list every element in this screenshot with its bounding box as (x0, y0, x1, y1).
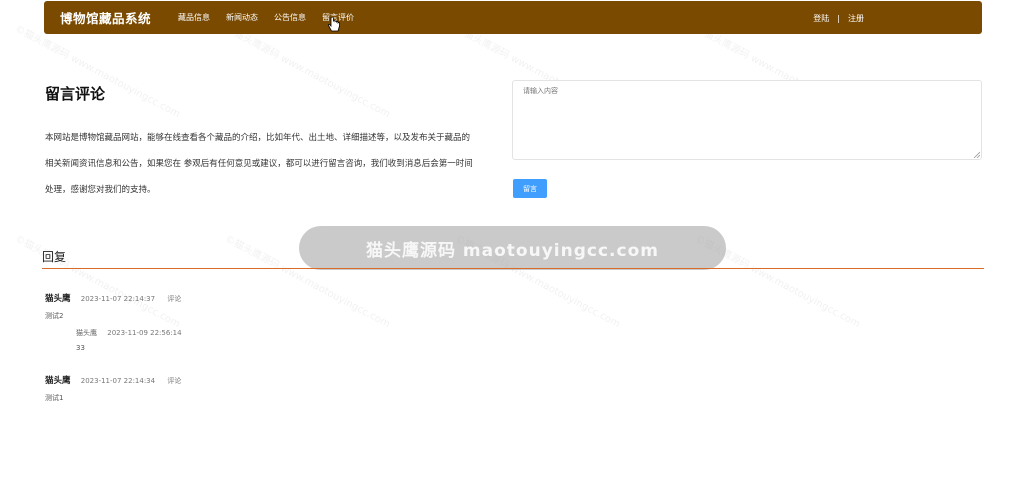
resize-handle-icon[interactable] (973, 151, 980, 158)
comment-content: 测试2 (45, 312, 64, 320)
top-navbar: 博物馆藏品系统 藏品信息 新闻动态 公告信息 留言评价 登陆 | 注册 (44, 1, 982, 34)
comment-reply-link[interactable]: 评论 (167, 377, 181, 385)
nav-item-collections[interactable]: 藏品信息 (178, 12, 210, 23)
watermark-banner: 猫头鹰源码 maotouyingcc.com (299, 226, 726, 270)
auth-separator: | (837, 14, 840, 23)
nav-item-news[interactable]: 新闻动态 (226, 12, 258, 23)
subreply-time: 2023-11-09 22:56:14 (107, 329, 182, 337)
comment-user: 猫头鹰 (45, 376, 71, 386)
comment-time: 2023-11-07 22:14:34 (80, 377, 156, 385)
comment-time: 2023-11-07 22:14:37 (80, 295, 156, 303)
comment-header: 猫头鹰 2023-11-07 22:14:34 评论 (45, 374, 181, 386)
intro-paragraph: 本网站是博物馆藏品网站，能够在线查看各个藏品的介绍，比如年代、出土地、详细描述等… (45, 133, 473, 195)
watermark-tile: ©猫头鹰源码 www.maotouyingcc.com (12, 233, 182, 331)
comment-user: 猫头鹰 (45, 294, 71, 304)
hand-cursor-icon (327, 17, 340, 32)
comment-reply-link[interactable]: 评论 (167, 295, 181, 303)
reply-section-title: 回复 (42, 250, 67, 264)
register-link[interactable]: 注册 (848, 13, 864, 24)
comment-header: 猫头鹰 2023-11-07 22:14:37 评论 (45, 292, 181, 304)
comment-content: 测试1 (45, 394, 64, 402)
reply-divider (42, 268, 984, 269)
nav-item-notices[interactable]: 公告信息 (274, 12, 306, 23)
page-title: 留言评论 (45, 85, 106, 103)
login-link[interactable]: 登陆 (813, 13, 829, 24)
subreply-header: 猫头鹰 2023-11-09 22:56:14 (76, 328, 182, 338)
watermark-tile: ©猫头鹰源码 www.maotouyingcc.com (222, 23, 392, 121)
watermark-tile: ©猫头鹰源码 www.maotouyingcc.com (12, 23, 182, 121)
brand-title[interactable]: 博物馆藏品系统 (60, 8, 151, 27)
message-input[interactable] (512, 80, 982, 160)
subreply-content: 33 (76, 344, 85, 352)
page: ©猫头鹰源码 www.maotouyingcc.com ©猫头鹰源码 www.m… (0, 0, 1024, 495)
subreply-user: 猫头鹰 (76, 329, 97, 337)
submit-message-button[interactable]: 留言 (513, 179, 547, 198)
auth-links: 登陆 | 注册 (813, 13, 864, 24)
